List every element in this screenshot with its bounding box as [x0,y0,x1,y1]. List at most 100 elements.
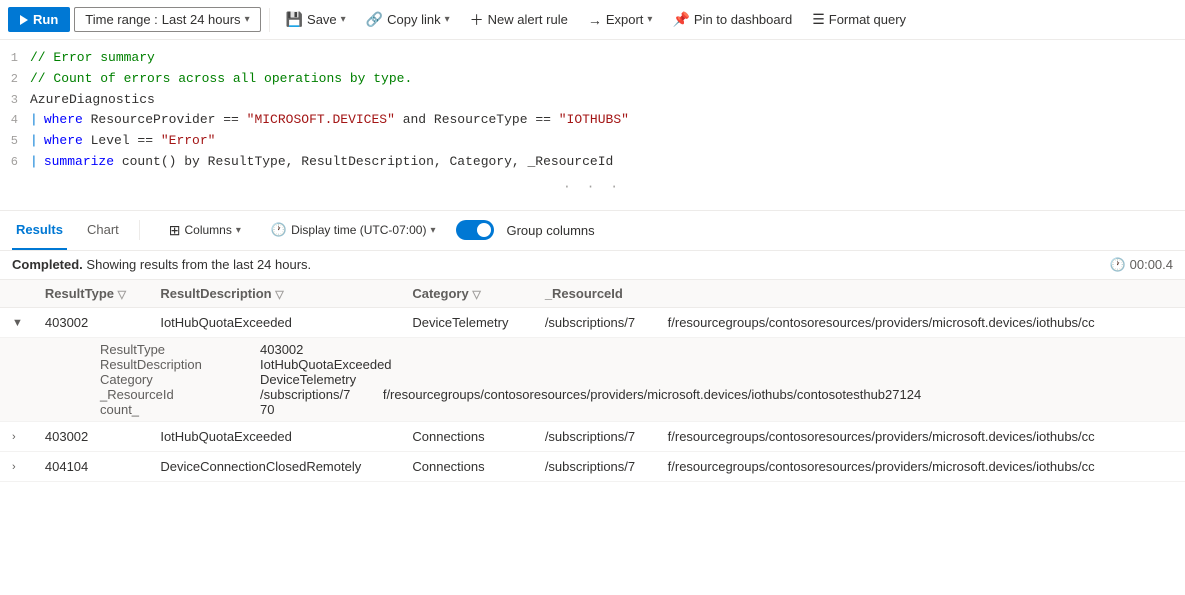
time-range-value: Last 24 hours [162,12,241,27]
code-line-3: 3 AzureDiagnostics [0,90,1185,111]
status-message: Completed. Showing results from the last… [12,257,311,272]
line-number-2: 2 [0,69,30,89]
export-chevron-icon: ▾ [647,14,652,25]
table-body: ▼ 403002 IotHubQuotaExceeded DeviceTelem… [0,307,1185,481]
cell-resulttype-2: 403002 [35,421,150,451]
kv-val-count: 70 [260,402,274,417]
chevron-down-icon: ▾ [245,14,250,25]
kv-key-resulttype: ResultType [100,342,260,357]
results-table-wrap: ResultType ▽ ResultDescription ▽ Categor… [0,280,1185,595]
expand-button-2[interactable]: › [10,429,18,445]
filter-icon-category[interactable]: ▽ [472,289,480,301]
group-columns-label: Group columns [506,223,594,238]
save-button[interactable]: 💾 Save ▾ [278,7,354,32]
time-range-button[interactable]: Time range : Last 24 hours ▾ [74,7,260,32]
results-controls: ⊞ Columns ▾ 🕐 Display time (UTC-07:00) ▾… [160,218,595,243]
code-line-1: 1 // Error summary [0,48,1185,69]
code-line-2: 2 // Count of errors across all operatio… [0,69,1185,90]
copy-link-button[interactable]: 🔗 Copy link ▾ [358,7,458,32]
collapse-button-1[interactable]: ▼ [10,315,25,331]
new-alert-label: New alert rule [488,12,568,27]
kv-key-count: count_ [100,402,260,417]
col-expand-header [0,280,35,308]
line-number-4: 4 [0,110,30,130]
cell-category-3: Connections [402,451,534,481]
run-button[interactable]: Run [8,7,70,32]
toolbar-separator-1 [269,8,270,32]
pin-label: Pin to dashboard [694,12,792,27]
display-time-chevron-icon: ▾ [430,225,435,236]
filter-icon-resulttype[interactable]: ▽ [118,289,126,301]
save-label: Save [307,12,337,27]
code-content-6: |summarize count() by ResultType, Result… [30,152,1185,173]
expanded-row-1: ResultType 403002 ResultDescription IotH… [0,337,1185,421]
table-row: › 404104 DeviceConnectionClosedRemotely … [0,451,1185,481]
tab-results[interactable]: Results [12,210,67,250]
code-editor[interactable]: 1 // Error summary 2 // Count of errors … [0,40,1185,211]
expand-cell-2[interactable]: › [0,421,35,451]
pipe-char-4: | [30,112,38,127]
kv-row-resultdesc: ResultDescription IotHubQuotaExceeded [100,357,1175,372]
export-button[interactable]: → Export ▾ [580,8,661,32]
expand-cell-3[interactable]: › [0,451,35,481]
table-row: ▼ 403002 IotHubQuotaExceeded DeviceTelem… [0,307,1185,337]
columns-button[interactable]: ⊞ Columns ▾ [160,218,250,243]
pipe-char-6: | [30,154,38,169]
link-icon: 🔗 [366,11,383,28]
save-icon: 💾 [286,11,303,28]
kv-row-resulttype: ResultType 403002 [100,342,1175,357]
display-time-button[interactable]: 🕐 Display time (UTC-07:00) ▾ [262,218,445,242]
export-label: Export [606,12,644,27]
export-icon: → [588,12,602,28]
results-bar: Results Chart ⊞ Columns ▾ 🕐 Display time… [0,211,1185,251]
kv-row-resourceid: _ResourceId /subscriptions/7 f/resourceg… [100,387,1175,402]
kv-key-resultdesc: ResultDescription [100,357,260,372]
cell-category-2: Connections [402,421,534,451]
copy-link-chevron-icon: ▾ [445,14,450,25]
filter-icon-resultdescription[interactable]: ▽ [275,289,283,301]
status-bar: Completed. Showing results from the last… [0,251,1185,280]
timer-value: 00:00.4 [1130,257,1173,272]
time-range-label: Time range : [85,12,158,27]
kv-row-category: Category DeviceTelemetry [100,372,1175,387]
cell-resultdesc-3: DeviceConnectionClosedRemotely [150,451,402,481]
pin-icon: 📌 [672,11,689,28]
toolbar: Run Time range : Last 24 hours ▾ 💾 Save … [0,0,1185,40]
col-header-resulttype: ResultType ▽ [35,280,150,308]
table-header-row: ResultType ▽ ResultDescription ▽ Categor… [0,280,1185,308]
code-content-1: // Error summary [30,48,1185,69]
new-alert-button[interactable]: ＋ New alert rule [462,6,576,34]
pin-button[interactable]: 📌 Pin to dashboard [664,7,800,32]
kv-val-category: DeviceTelemetry [260,372,356,387]
expand-button-3[interactable]: › [10,459,18,475]
pipe-char-5: | [30,133,38,148]
kv-key-category: Category [100,372,260,387]
tab-separator [139,220,140,240]
query-timer: 🕐 00:00.4 [1109,257,1173,273]
code-content-2: // Count of errors across all operations… [30,69,1185,90]
format-button[interactable]: ☰ Format query [804,7,914,32]
timer-icon: 🕐 [1109,257,1125,273]
plus-icon: ＋ [470,10,484,30]
status-detail: Showing results from the last 24 hours. [86,257,311,272]
results-table: ResultType ▽ ResultDescription ▽ Categor… [0,280,1185,482]
group-columns-toggle[interactable] [456,220,494,240]
kv-row-count: count_ 70 [100,402,1175,417]
line-number-6: 6 [0,152,30,172]
line-number-3: 3 [0,90,30,110]
save-chevron-icon: ▾ [341,14,346,25]
kv-val-resultdesc: IotHubQuotaExceeded [260,357,392,372]
run-label: Run [33,12,58,27]
line-number-1: 1 [0,48,30,68]
expanded-cell-1: ResultType 403002 ResultDescription IotH… [0,337,1185,421]
code-content-5: |where Level == "Error" [30,131,1185,152]
tab-chart[interactable]: Chart [83,210,123,250]
expand-cell-1[interactable]: ▼ [0,307,35,337]
col-header-resourceid: _ResourceId [535,280,1185,308]
kv-val-resourceid: /subscriptions/7 f/resourcegroups/contos… [260,387,921,402]
cell-resultdesc-1: IotHubQuotaExceeded [150,307,402,337]
line-number-5: 5 [0,131,30,151]
drag-handle[interactable]: · · · [0,173,1185,202]
code-line-4: 4 |where ResourceProvider == "MICROSOFT.… [0,110,1185,131]
clock-icon: 🕐 [271,222,287,238]
